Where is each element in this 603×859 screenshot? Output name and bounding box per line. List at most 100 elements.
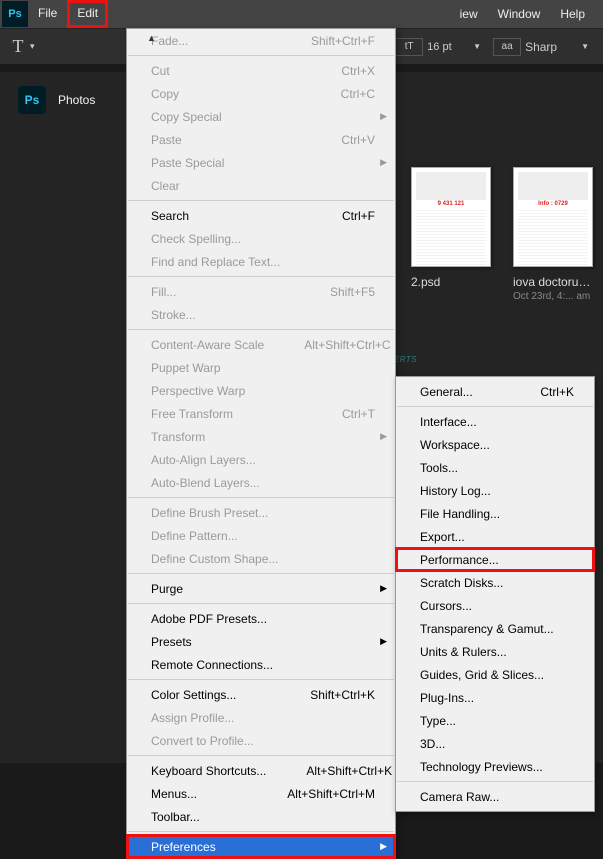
menu-item-label: Paste Special [151, 156, 375, 170]
edit-menu-item: Puppet Warp [127, 356, 395, 379]
menu-item-label: Interface... [420, 415, 574, 429]
pref-menu-item[interactable]: Export... [396, 525, 594, 548]
menu-item-label: Convert to Profile... [151, 734, 375, 748]
edit-menu-item: Paste Special ▶ [127, 151, 395, 174]
menu-help[interactable]: Help [550, 1, 595, 27]
submenu-arrow-icon: ▶ [380, 157, 387, 168]
menu-item-label: Assign Profile... [151, 711, 375, 725]
edit-menu-item: CopyCtrl+C [127, 82, 395, 105]
menu-shortcut: Ctrl+K [540, 385, 574, 399]
edit-menu-item[interactable]: Keyboard Shortcuts...Alt+Shift+Ctrl+K [127, 759, 395, 782]
edit-menu-item[interactable]: Color Settings...Shift+Ctrl+K [127, 683, 395, 706]
edit-menu-item[interactable]: SearchCtrl+F [127, 204, 395, 227]
thumbnail-preview: 9 431 121 [411, 167, 491, 267]
menu-shortcut: Ctrl+C [341, 87, 375, 101]
edit-menu-item[interactable]: Remote Connections... [127, 653, 395, 676]
menu-window[interactable]: Window [488, 1, 551, 27]
pref-menu-item[interactable]: Workspace... [396, 433, 594, 456]
edit-menu-item[interactable]: Presets ▶ [127, 630, 395, 653]
menu-shortcut: Shift+F5 [330, 285, 375, 299]
menu-shortcut: Shift+Ctrl+K [310, 688, 375, 702]
menu-item-label: Workspace... [420, 438, 574, 452]
menu-shortcut: Ctrl+T [342, 407, 375, 421]
pref-menu-item[interactable]: Scratch Disks... [396, 571, 594, 594]
pref-menu-item[interactable]: Guides, Grid & Slices... [396, 663, 594, 686]
pref-menu-item[interactable]: Technology Previews... [396, 755, 594, 778]
menu-item-label: Copy Special [151, 110, 375, 124]
menu-view-partial[interactable]: iew [450, 1, 488, 27]
menu-item-label: Guides, Grid & Slices... [420, 668, 584, 682]
pref-menu-item[interactable]: Units & Rulers... [396, 640, 594, 663]
edit-menu-item: Assign Profile... [127, 706, 395, 729]
edit-menu-item: CutCtrl+X [127, 59, 395, 82]
pref-menu-item[interactable]: Plug-Ins... [396, 686, 594, 709]
edit-menu-item[interactable]: Toolbar... [127, 805, 395, 828]
menu-scroll-up-icon[interactable]: ▲ [147, 33, 156, 43]
menu-item-label: Puppet Warp [151, 361, 375, 375]
pref-menu-item[interactable]: History Log... [396, 479, 594, 502]
menu-item-label: Transparency & Gamut... [420, 622, 594, 636]
edit-menu-item[interactable]: Purge▶ [127, 577, 395, 600]
submenu-arrow-icon: ▶ [380, 841, 387, 852]
recent-item[interactable]: 9 431 121 2.psd [411, 167, 491, 302]
menubar: File Edit [28, 0, 108, 28]
edit-menu-item: Define Pattern... [127, 524, 395, 547]
pref-menu-item[interactable]: Tools... [396, 456, 594, 479]
menu-shortcut: Alt+Shift+Ctrl+C [304, 338, 390, 352]
menu-item-label: Define Custom Shape... [151, 552, 375, 566]
edit-menu-item: Content-Aware ScaleAlt+Shift+Ctrl+C [127, 333, 395, 356]
tool-chevron-icon[interactable]: ▾ [30, 41, 35, 52]
font-size-field[interactable]: tT ▼ [395, 38, 487, 56]
edit-menu-item[interactable]: Adobe PDF Presets... [127, 607, 395, 630]
menu-edit[interactable]: Edit [67, 0, 108, 28]
recent-item[interactable]: Info : 0729 iova doctoru v2. Oct 23rd, 4… [513, 167, 593, 302]
menu-item-label: Remote Connections... [151, 658, 375, 672]
chevron-down-icon[interactable]: ▼ [575, 42, 595, 51]
pref-menu-item[interactable]: Camera Raw... [396, 785, 594, 808]
thumbnail-preview: Info : 0729 [513, 167, 593, 267]
menu-item-label: Auto-Align Layers... [151, 453, 375, 467]
pref-menu-item[interactable]: Cursors... [396, 594, 594, 617]
edit-menu-item: Fill...Shift+F5 [127, 280, 395, 303]
submenu-arrow-icon: ▶ [380, 583, 387, 594]
menu-item-label: Stroke... [151, 308, 375, 322]
antialias-field[interactable]: aa Sharp ▼ [493, 38, 595, 56]
menu-item-label: Check Spelling... [151, 232, 375, 246]
menu-item-label: Units & Rulers... [420, 645, 574, 659]
menu-item-label: Toolbar... [151, 810, 375, 824]
edit-menu-item: Auto-Blend Layers... [127, 471, 395, 494]
edit-menu-item[interactable]: Preferences ▶ [127, 835, 395, 858]
menu-item-label: Preferences [151, 840, 375, 854]
menu-item-label: Presets [151, 635, 375, 649]
menu-item-label: General... [420, 385, 540, 399]
edit-menu-item: PasteCtrl+V [127, 128, 395, 151]
pref-menu-item[interactable]: Transparency & Gamut... [396, 617, 594, 640]
menu-item-label: Auto-Blend Layers... [151, 476, 375, 490]
pref-menu-item[interactable]: 3D... [396, 732, 594, 755]
menu-item-label: Export... [420, 530, 574, 544]
menu-file[interactable]: File [28, 0, 67, 28]
menu-item-label: Technology Previews... [420, 760, 583, 774]
menu-item-label: File Handling... [420, 507, 574, 521]
edit-menu-item: Free TransformCtrl+T [127, 402, 395, 425]
preferences-submenu: General...Ctrl+K Interface... Workspace...… [395, 376, 595, 812]
chevron-down-icon[interactable]: ▼ [467, 42, 487, 51]
edit-menu-item[interactable]: Menus...Alt+Shift+Ctrl+M [127, 782, 395, 805]
antialias-icon: aa [493, 38, 521, 56]
pref-menu-item[interactable]: General...Ctrl+K [396, 380, 594, 403]
menu-item-label: History Log... [420, 484, 574, 498]
submenu-arrow-icon: ▶ [380, 111, 387, 122]
pref-menu-item[interactable]: Type... [396, 709, 594, 732]
font-size-input[interactable] [427, 41, 467, 53]
menu-item-label: Content-Aware Scale [151, 338, 304, 352]
menu-shortcut: Ctrl+V [341, 133, 375, 147]
thumb-date: Oct 23rd, 4:... am [513, 291, 593, 302]
menu-item-label: Menus... [151, 787, 287, 801]
menu-item-label: Perspective Warp [151, 384, 375, 398]
menu-item-label: Define Brush Preset... [151, 506, 375, 520]
submenu-arrow-icon: ▶ [380, 636, 387, 647]
pref-menu-item[interactable]: Interface... [396, 410, 594, 433]
pref-menu-item[interactable]: Performance... [396, 548, 594, 571]
menu-item-label: Performance... [420, 553, 574, 567]
pref-menu-item[interactable]: File Handling... [396, 502, 594, 525]
